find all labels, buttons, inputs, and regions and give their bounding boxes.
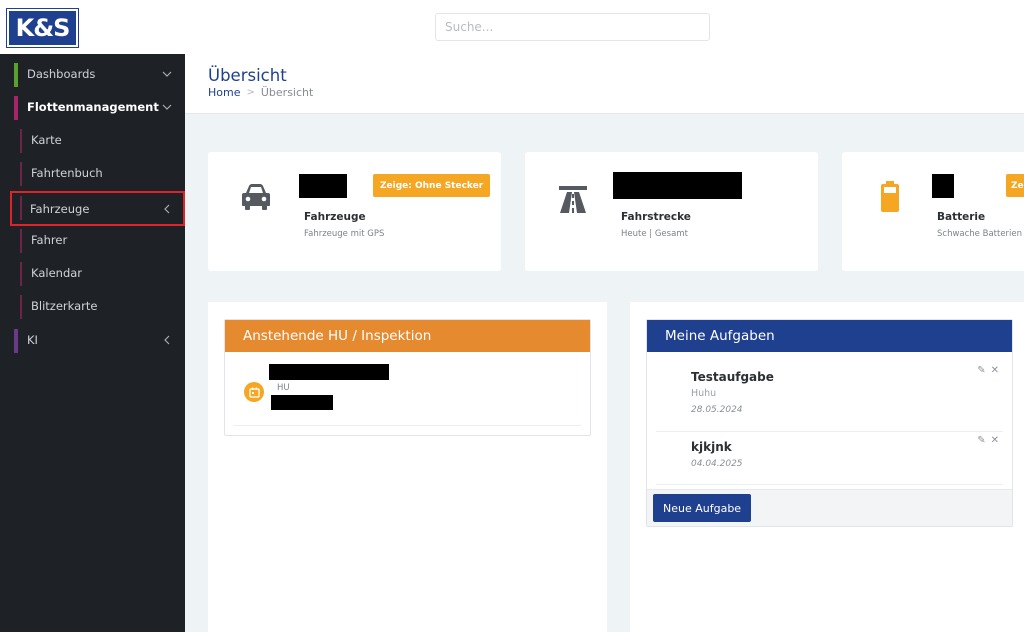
redacted-vehicle <box>269 364 389 380</box>
sidebar: Dashboards Flottenmanagement Karte Fahrt… <box>0 54 185 632</box>
stat-subtitle: Fahrzeuge mit GPS <box>304 229 385 239</box>
redacted-value <box>299 174 347 198</box>
sidebar-accent-bar <box>20 295 22 319</box>
widget-title: Anstehende HU / Inspektion <box>225 320 590 352</box>
task-date: 28.05.2024 <box>691 405 743 415</box>
stat-title: Batterie <box>937 211 986 223</box>
task-title: Testaufgabe <box>691 370 774 384</box>
edit-icon[interactable]: ✎ <box>977 435 985 446</box>
sidebar-item-label: Blitzerkarte <box>31 299 98 313</box>
edit-icon[interactable]: ✎ <box>977 365 985 376</box>
task-date: 04.04.2025 <box>691 459 743 469</box>
task-title: kjkjnk <box>691 440 732 454</box>
sidebar-item-kalendar[interactable]: Kalendar <box>0 258 185 288</box>
sidebar-item-flottenmanagement[interactable]: Flottenmanagement <box>0 92 185 122</box>
chevron-left-icon <box>161 203 173 215</box>
redacted-value <box>932 174 954 198</box>
sidebar-item-label: KI <box>27 333 38 347</box>
filter-ohne-stecker-button[interactable]: Zeige: Ohne Stecker <box>373 174 491 197</box>
new-task-button[interactable]: Neue Aufgabe <box>653 494 752 522</box>
sidebar-item-fahrtenbuch[interactable]: Fahrtenbuch <box>0 158 185 188</box>
close-icon[interactable]: ✕ <box>991 365 999 376</box>
task-item[interactable]: Testaufgabe Huhu 28.05.2024 ✎ ✕ <box>656 364 1003 432</box>
sidebar-item-label: Dashboards <box>27 67 96 81</box>
redacted-value <box>613 172 742 199</box>
page-header: Übersicht Home > Übersicht <box>185 54 1024 114</box>
sidebar-accent-bar <box>14 96 18 120</box>
sidebar-item-label: Fahrtenbuch <box>31 166 103 180</box>
logo-text: K&S <box>15 14 71 42</box>
breadcrumb-current: Übersicht <box>260 86 314 99</box>
close-icon[interactable]: ✕ <box>991 435 999 446</box>
stat-subtitle: Heute | Gesamt <box>621 229 688 239</box>
sidebar-item-label: Fahrer <box>31 233 68 247</box>
battery-icon <box>873 180 907 214</box>
chevron-down-icon <box>161 101 173 113</box>
stat-subtitle: Schwache Batterien <box>937 229 1023 239</box>
sidebar-item-dashboards[interactable]: Dashboards <box>0 59 185 89</box>
widget-footer: Neue Aufgabe <box>647 489 1012 526</box>
panel-right: Meine Aufgaben Testaufgabe Huhu 28.05.20… <box>630 302 1024 632</box>
list-item[interactable]: HU <box>233 364 581 426</box>
chevron-down-icon <box>161 68 173 80</box>
sidebar-item-label: Fahrzeuge <box>30 201 90 216</box>
page-title: Übersicht <box>208 66 287 85</box>
panel-left: Anstehende HU / Inspektion HU <box>208 302 607 632</box>
task-actions: ✎ ✕ <box>977 365 999 376</box>
chevron-right-icon: > <box>246 87 255 98</box>
calendar-icon <box>244 382 264 402</box>
breadcrumb: Home > Übersicht <box>208 86 313 99</box>
hu-label: HU <box>277 383 290 393</box>
task-item[interactable]: kjkjnk 04.04.2025 ✎ ✕ <box>656 432 1003 485</box>
sidebar-item-label: Kalendar <box>31 266 83 280</box>
search-input[interactable] <box>435 13 710 41</box>
sidebar-item-blitzerkarte[interactable]: Blitzerkarte <box>0 291 185 321</box>
car-icon <box>239 180 273 214</box>
sidebar-item-fahrer[interactable]: Fahrer <box>0 225 185 255</box>
stat-card-batterie: Zeige Batterie Schwache Batterien <box>842 152 1024 271</box>
sidebar-accent-bar <box>20 196 22 220</box>
sidebar-accent-bar <box>20 129 22 153</box>
redacted-date <box>271 395 333 410</box>
sidebar-accent-bar <box>14 329 18 353</box>
sidebar-item-karte[interactable]: Karte <box>0 125 185 155</box>
hu-inspection-widget: Anstehende HU / Inspektion HU <box>224 319 591 436</box>
filter-batterie-button[interactable]: Zeige <box>1006 174 1024 197</box>
stat-card-fahrstrecke: Fahrstrecke Heute | Gesamt <box>525 152 818 271</box>
task-actions: ✎ ✕ <box>977 435 999 446</box>
sidebar-accent-bar <box>20 229 22 253</box>
sidebar-item-ki[interactable]: KI <box>0 325 185 355</box>
top-bar: K&S <box>0 0 1024 54</box>
stat-title: Fahrzeuge <box>304 211 366 223</box>
stat-card-fahrzeuge: Zeige: Ohne Stecker Fahrzeuge Fahrzeuge … <box>208 152 501 271</box>
sidebar-accent-bar <box>20 262 22 286</box>
task-description: Huhu <box>691 388 717 399</box>
chevron-left-icon <box>161 334 173 346</box>
brand-logo[interactable]: K&S <box>6 8 79 48</box>
sidebar-item-label: Flottenmanagement <box>27 100 159 114</box>
stat-title: Fahrstrecke <box>621 211 691 223</box>
tasks-widget: Meine Aufgaben Testaufgabe Huhu 28.05.20… <box>646 319 1013 527</box>
sidebar-item-label: Karte <box>31 133 62 147</box>
sidebar-accent-bar <box>20 162 22 186</box>
widget-title: Meine Aufgaben <box>647 320 1012 352</box>
sidebar-item-fahrzeuge[interactable]: Fahrzeuge <box>10 191 185 226</box>
sidebar-accent-bar <box>14 63 18 87</box>
breadcrumb-home[interactable]: Home <box>208 86 240 99</box>
highway-icon <box>556 180 590 214</box>
